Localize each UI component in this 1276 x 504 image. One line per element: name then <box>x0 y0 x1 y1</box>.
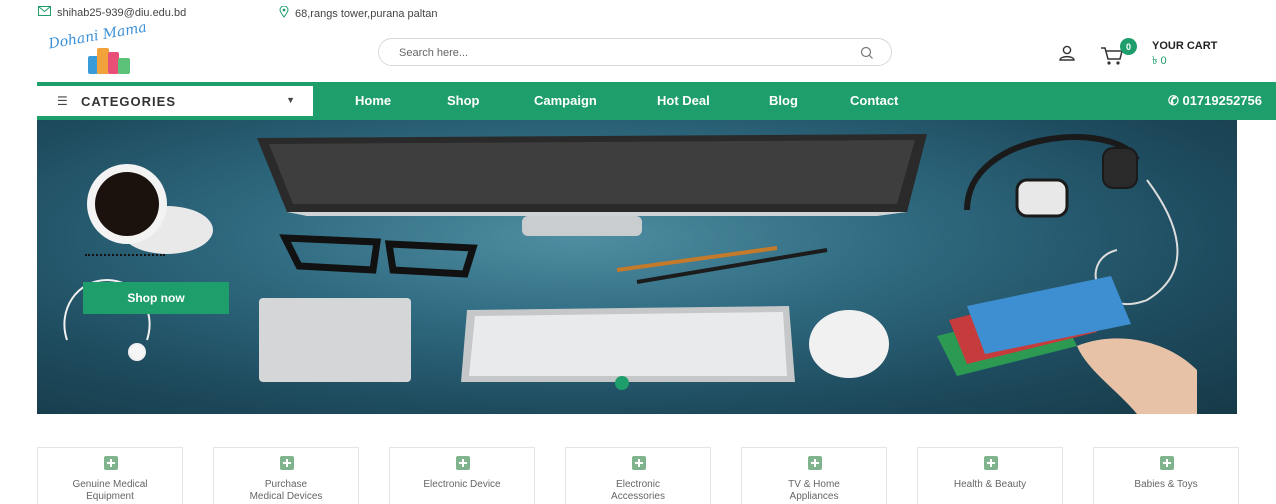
search-bar <box>378 38 892 66</box>
monitor-illustration <box>257 134 927 236</box>
contact-address: 68,rangs tower,purana paltan <box>279 5 438 21</box>
mail-icon <box>38 6 51 19</box>
nav-link-campaign[interactable]: Campaign <box>534 93 597 108</box>
main-nav: ☰ CATEGORIES ▼ Home Shop Campaign Hot De… <box>37 82 1276 120</box>
site-header: Dohani Mama 0 YOUR CART ৳ 0 <box>0 20 1276 82</box>
category-tile[interactable]: TV & Home Appliances <box>741 447 887 504</box>
slider-indicator-dot[interactable] <box>615 376 629 390</box>
category-label: Genuine Medical Equipment <box>72 479 148 502</box>
medical-kit-icon <box>632 456 646 470</box>
top-info-bar: shihab25-939@diu.edu.bd 68,rangs tower,p… <box>0 0 1276 24</box>
nav-link-home[interactable]: Home <box>355 93 391 108</box>
category-tile[interactable]: Health & Beauty <box>917 447 1063 504</box>
site-logo[interactable]: Dohani Mama <box>47 20 168 80</box>
category-tile[interactable]: Electronic Accessories <box>565 447 711 504</box>
keyboard-illustration <box>461 306 795 382</box>
headphones-illustration <box>964 134 1179 306</box>
medical-kit-icon <box>808 456 822 470</box>
caret-down-icon: ▼ <box>286 95 295 105</box>
tablet-illustration <box>259 298 411 382</box>
category-tile[interactable]: Genuine Medical Equipment <box>37 447 183 504</box>
phone-text: 01719252756 <box>1182 93 1262 108</box>
email-text: shihab25-939@diu.edu.bd <box>57 6 187 19</box>
category-label: Health & Beauty <box>953 479 1027 490</box>
coffee-cup-illustration <box>87 164 213 254</box>
category-label: Purchase Medical Devices <box>249 479 323 502</box>
nav-link-contact[interactable]: Contact <box>850 93 898 108</box>
medical-kit-icon <box>280 456 294 470</box>
cart-amount: ৳ 0 <box>1152 55 1167 67</box>
address-text: 68,rangs tower,purana paltan <box>295 7 438 20</box>
search-input[interactable] <box>399 43 839 63</box>
cart-count-badge: 0 <box>1120 38 1137 55</box>
shopping-bags-icon <box>88 46 132 74</box>
location-icon <box>279 5 289 21</box>
search-icon[interactable] <box>859 45 875 61</box>
menu-icon: ☰ <box>57 94 68 108</box>
category-tile[interactable]: Purchase Medical Devices <box>213 447 359 504</box>
category-label: TV & Home Appliances <box>788 479 840 502</box>
cart-button[interactable]: 0 <box>1100 38 1140 68</box>
medical-kit-icon <box>456 456 470 470</box>
phone-icon: ✆ <box>1167 93 1179 108</box>
phone-number[interactable]: ✆ 01719252756 <box>1168 93 1262 109</box>
medical-kit-icon <box>104 456 118 470</box>
medical-kit-icon <box>984 456 998 470</box>
hand-illustration <box>1077 338 1197 414</box>
contact-email[interactable]: shihab25-939@diu.edu.bd <box>38 6 186 19</box>
cart-title[interactable]: YOUR CART <box>1152 40 1217 52</box>
category-tile[interactable]: Electronic Device <box>389 447 535 504</box>
category-tile[interactable]: Babies & Toys <box>1093 447 1239 504</box>
nav-link-shop[interactable]: Shop <box>447 93 480 108</box>
medical-kit-icon <box>1160 456 1174 470</box>
nav-link-blog[interactable]: Blog <box>769 93 798 108</box>
glasses-illustration <box>279 234 478 278</box>
nav-link-hot-deal[interactable]: Hot Deal <box>657 93 710 108</box>
user-icon[interactable] <box>1058 44 1076 62</box>
categories-label: CATEGORIES <box>81 94 176 109</box>
slide-decoration <box>85 254 165 258</box>
shop-now-button[interactable]: Shop now <box>83 282 229 314</box>
hero-image <box>63 134 1197 414</box>
categories-dropdown[interactable]: ☰ CATEGORIES ▼ <box>37 86 313 116</box>
mouse-illustration <box>809 310 889 378</box>
category-label: Electronic Device <box>423 479 501 490</box>
category-label: Babies & Toys <box>1134 479 1198 490</box>
hero-banner: Shop now <box>37 120 1237 414</box>
category-label: Electronic Accessories <box>611 479 665 502</box>
